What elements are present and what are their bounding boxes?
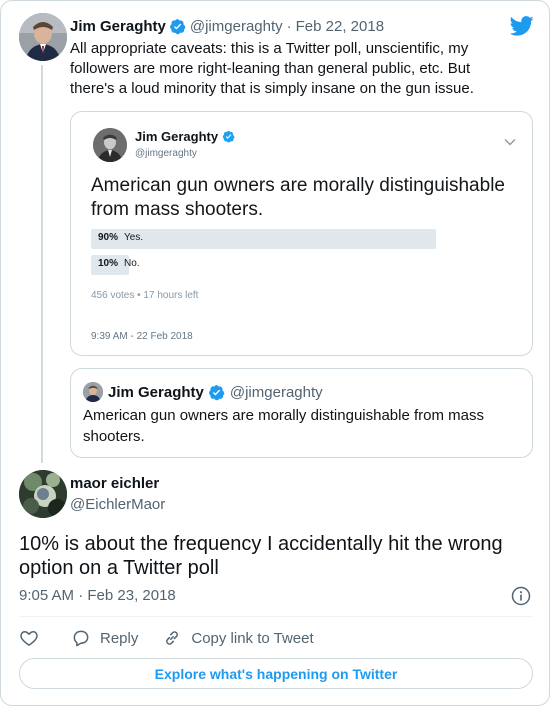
poll-author-handle: @jimgeraghty: [135, 148, 197, 159]
quoted-tweet-card[interactable]: Jim Geraghty @jimgeraghty American gun o…: [70, 368, 533, 458]
poll-timestamp: 9:39 AM - 22 Feb 2018: [91, 331, 193, 342]
separator-dot: ·: [286, 17, 292, 35]
link-icon: [166, 631, 179, 645]
reply-bubble-icon: [73, 630, 89, 647]
main-author-handle[interactable]: @EichlerMaor: [70, 496, 165, 513]
quoted-author-avatar: [83, 382, 103, 402]
verified-badge-icon: [222, 130, 235, 143]
quoted-author-name: Jim Geraghty: [108, 383, 204, 401]
quoted-tweet-header: Jim Geraghty @jimgeraghty: [108, 382, 323, 402]
poll-option-percent: 90%: [98, 232, 119, 243]
poll-author-name-row: Jim Geraghty: [135, 129, 239, 144]
poll-votes-meta: 456 votes • 17 hours left: [91, 290, 199, 301]
parent-author-handle[interactable]: @jimgeraghty: [190, 18, 283, 35]
verified-badge-icon: [208, 384, 225, 400]
explore-twitter-button[interactable]: Explore what's happening on Twitter: [19, 658, 533, 689]
quoted-tweet-text: American gun owners are morally distingu…: [83, 407, 485, 445]
twitter-bird-icon[interactable]: [510, 15, 534, 37]
main-tweet-text: 10% is about the frequency I accidentall…: [19, 533, 503, 579]
parent-tweet-header: Jim Geraghty @jimgeraghty · Feb 22, 2018: [70, 15, 384, 37]
heart-icon: [20, 631, 38, 646]
embedded-tweet: Jim Geraghty @jimgeraghty · Feb 22, 2018…: [0, 0, 550, 706]
divider: [19, 616, 533, 617]
verified-badge-icon: [169, 18, 186, 34]
quoted-author-handle: @jimgeraghty: [229, 383, 323, 401]
main-author-avatar[interactable]: [19, 470, 67, 518]
parent-tweet-date[interactable]: Feb 22, 2018: [296, 18, 384, 35]
poll-option-label: Yes.: [124, 232, 144, 243]
copy-link-label: Copy link to Tweet: [191, 629, 314, 647]
thread-line: [41, 65, 43, 463]
poll-option-label: No.: [124, 258, 140, 269]
poll-option-percent: 10%: [98, 258, 119, 269]
info-icon[interactable]: [511, 586, 531, 606]
reply-label: Reply: [100, 629, 139, 647]
like-button[interactable]: [19, 628, 39, 648]
poll-option-no: 10% No.: [91, 255, 474, 275]
tweet-actions: Reply Copy link to Tweet: [19, 625, 314, 651]
poll-screenshot-card[interactable]: Jim Geraghty @jimgeraghty American gun o…: [70, 111, 533, 356]
poll-author-avatar: [93, 128, 127, 162]
parent-tweet-text: All appropriate caveats: this is a Twitt…: [70, 40, 474, 97]
reply-button[interactable]: Reply: [71, 628, 138, 648]
poll-author-name: Jim Geraghty: [135, 129, 219, 144]
parent-author-name[interactable]: Jim Geraghty: [70, 18, 166, 35]
poll-question: American gun owners are morally distingu…: [91, 175, 505, 220]
main-tweet-timestamp[interactable]: 9:05 AM · Feb 23, 2018: [19, 587, 176, 604]
poll-option-yes: 90% Yes.: [91, 229, 474, 249]
chevron-down-icon: [504, 139, 516, 146]
main-author-name[interactable]: maor eichler: [70, 475, 159, 492]
parent-author-avatar[interactable]: [19, 13, 67, 61]
copy-link-button[interactable]: Copy link to Tweet: [162, 628, 314, 648]
